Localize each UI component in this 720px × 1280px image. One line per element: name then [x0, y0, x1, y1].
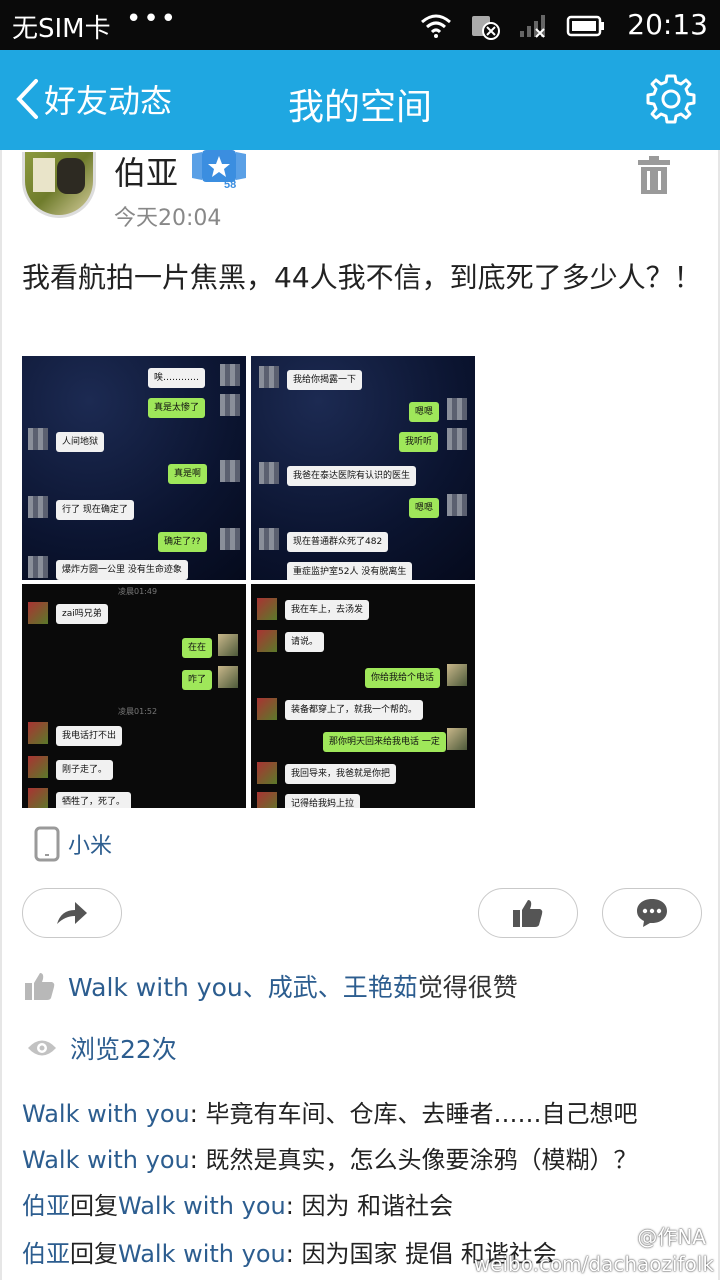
- chat-bubble: 我给你揭露一下: [287, 370, 363, 390]
- comment-item[interactable]: Walk with you: 既然是真实，怎么头像要涂鸦（模糊）？: [22, 1140, 637, 1175]
- post-time: 今天20:04: [114, 206, 222, 231]
- reply-word: 回复: [70, 1240, 118, 1268]
- likes-suffix: 觉得很赞: [417, 973, 518, 1002]
- notification-dots: •••: [126, 4, 179, 34]
- chat-timestamp: 凌晨01:52: [118, 707, 158, 716]
- chat-bubble: 我爸在泰达医院有认识的医生: [287, 466, 417, 486]
- share-button[interactable]: [22, 888, 122, 938]
- chat-bubble: 我电话打不出: [56, 726, 123, 746]
- title-bar: 好友动态 我的空间: [0, 50, 720, 150]
- thumbs-up-icon: [25, 973, 55, 1000]
- data-off-icon: [472, 16, 500, 40]
- chat-bubble: zai吗兄弟: [56, 604, 108, 624]
- chat-bubble: 装备都穿上了，就我一个帮的。: [285, 700, 424, 720]
- comment-text: : 既然是真实，怎么头像要涂鸦（模糊）？: [189, 1146, 638, 1174]
- reply-target[interactable]: Walk with you: [118, 1192, 286, 1220]
- chat-bubble: 真是太惨了: [148, 398, 206, 418]
- chat-bubble: 牺牲了，死了。: [56, 792, 132, 808]
- comment-item[interactable]: Walk with you: 毕竟有车间、仓库、去睡者……自己想吧: [22, 1094, 637, 1129]
- chat-bubble: 人间地狱: [56, 432, 105, 452]
- watermark-handle: @作NA: [637, 1225, 706, 1249]
- photo-3[interactable]: 凌晨01:49 zai吗兄弟 在在 咋了 凌晨01:52 我电话打不出 刚子走了…: [22, 584, 246, 808]
- comment-button[interactable]: [602, 888, 702, 938]
- eye-icon: [28, 1040, 56, 1056]
- photo-4[interactable]: 我在车上，去汤发 请说。 你给我给个电话 装备都穿上了，就我一个帮的。 那你明天…: [251, 584, 475, 808]
- chat-bubble: 爆炸方圆一公里 没有生命迹象: [56, 560, 188, 580]
- liker-names[interactable]: Walk with you、成武、王艳茹: [68, 968, 418, 1004]
- chat-bubble: 你给我给个电话: [365, 668, 441, 688]
- comment-text: : 毕竟有车间、仓库、去睡者……自己想吧: [189, 1100, 638, 1128]
- views-row: 浏览22次: [26, 1030, 177, 1066]
- status-icons: [420, 12, 606, 40]
- comment-author[interactable]: Walk with you: [22, 1146, 190, 1174]
- photo-1[interactable]: 唉………… 真是太惨了 人间地狱 真是啊 行了 现在确定了 确定了?? 爆炸方圆…: [22, 356, 246, 580]
- chat-bubble: 真是啊: [168, 464, 208, 484]
- clock: 20:13: [627, 8, 708, 41]
- share-icon: [57, 902, 87, 924]
- comment-author[interactable]: Walk with you: [22, 1100, 190, 1128]
- comment-text: : 因为 和谐社会: [285, 1192, 454, 1220]
- avatar[interactable]: [22, 152, 96, 218]
- comment-item[interactable]: 伯亚回复Walk with you: 因为 和谐社会: [22, 1186, 453, 1221]
- carrier-label: 无SIM卡: [12, 14, 111, 44]
- chat-bubble: 我回导来，我爸就是你把: [285, 764, 397, 784]
- post-text: 我看航拍一片焦黑，44人我不信，到底死了多少人？！: [22, 261, 702, 294]
- likes-row: Walk with you、成武、王艳茹 觉得很赞: [24, 968, 518, 1004]
- battery-icon: [566, 15, 604, 37]
- chat-bubble: 请说。: [285, 632, 325, 652]
- chat-bubble: 嗯嗯: [409, 402, 440, 422]
- chat-bubble: 嗯嗯: [409, 498, 440, 518]
- photo-2[interactable]: 我给你揭露一下 嗯嗯 我听听 我爸在泰达医院有认识的医生 嗯嗯 现在普通群众死了…: [251, 356, 475, 580]
- chat-bubble: 刚子走了。: [56, 760, 114, 780]
- status-bar: 无SIM卡 ••• 20:13: [0, 0, 720, 50]
- vip-badge-icon: 58: [192, 150, 246, 190]
- comment-icon: [637, 899, 667, 927]
- signal-icon: [520, 15, 545, 38]
- comment-author[interactable]: 伯亚: [22, 1240, 70, 1268]
- post-author[interactable]: 伯亚: [114, 148, 178, 194]
- wifi-icon: [421, 14, 451, 38]
- chat-bubble: 我在车上，去汤发: [285, 600, 370, 620]
- chat-bubble: 现在普通群众死了482: [287, 532, 389, 552]
- phone-icon: [34, 826, 60, 862]
- comment-author[interactable]: 伯亚: [22, 1192, 70, 1220]
- chat-bubble: 我听听: [399, 432, 439, 452]
- chat-bubble: 重症监护室52人 没有脱离生: [287, 562, 413, 580]
- reply-word: 回复: [70, 1192, 118, 1220]
- page-title: 我的空间: [287, 87, 432, 128]
- chat-timestamp: 凌晨01:49: [118, 587, 158, 596]
- chat-bubble: 行了 现在确定了: [56, 500, 134, 520]
- chat-bubble: 记得给我妈上拉: [285, 794, 361, 808]
- thumbs-up-icon: [513, 900, 543, 927]
- svg-text:58: 58: [224, 179, 236, 190]
- device-name: 小米: [68, 834, 113, 859]
- chat-bubble: 确定了??: [158, 532, 207, 552]
- watermark-site: weibo.com/dachaozifolk: [473, 1252, 714, 1276]
- post-card: 伯亚 58 今天20:04 我看航拍一片焦黑，44人我不信，到底死了多少人？！ …: [0, 150, 720, 1280]
- chat-bubble: 在在: [182, 638, 213, 658]
- like-button[interactable]: [478, 888, 578, 938]
- device-label: 小米: [34, 826, 112, 862]
- watermark: @作NA weibo.com/dachaozifolk: [473, 1225, 714, 1276]
- chat-bubble: 唉…………: [148, 368, 206, 388]
- trash-icon[interactable]: [638, 156, 670, 194]
- chat-bubble: 咋了: [182, 670, 213, 690]
- view-count: 浏览22次: [70, 1035, 177, 1064]
- reply-target[interactable]: Walk with you: [118, 1240, 286, 1268]
- chat-bubble: 那你明天回来给我电话 一定: [323, 732, 446, 752]
- gear-icon[interactable]: [644, 72, 698, 126]
